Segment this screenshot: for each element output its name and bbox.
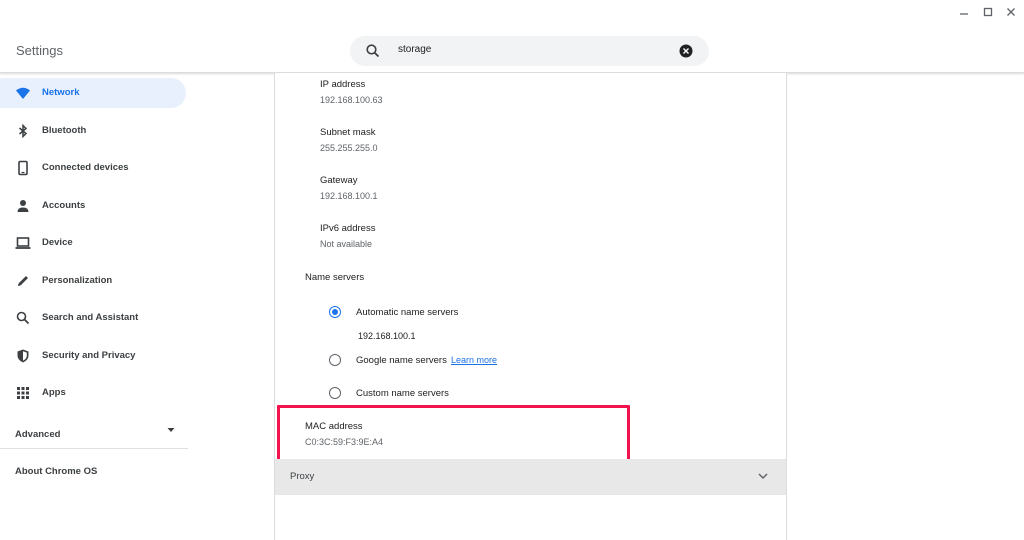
custom-name-servers-radio[interactable] bbox=[329, 387, 341, 399]
search-icon bbox=[16, 311, 30, 325]
sidebar-item-label: Search and Assistant bbox=[42, 312, 139, 323]
bluetooth-icon bbox=[19, 123, 28, 139]
sidebar-item-label: Security and Privacy bbox=[42, 350, 136, 361]
shield-icon bbox=[17, 349, 29, 363]
ip-address-label: IP address bbox=[320, 79, 366, 90]
sidebar-item-connected-devices[interactable]: Connected devices bbox=[0, 153, 186, 183]
search-icon bbox=[366, 44, 380, 58]
ipv6-address-value: Not available bbox=[320, 239, 373, 249]
clear-icon[interactable] bbox=[679, 44, 693, 58]
sidebar-item-security-and-privacy[interactable]: Security and Privacy bbox=[0, 341, 186, 371]
search-box[interactable]: storage bbox=[350, 36, 709, 66]
laptop-icon bbox=[15, 237, 31, 249]
caret-down-icon bbox=[167, 428, 175, 432]
automatic-name-servers-label[interactable]: Automatic name servers bbox=[356, 307, 458, 318]
minimize-button[interactable] bbox=[954, 4, 974, 20]
close-icon bbox=[1007, 8, 1015, 16]
sidebar-item-network[interactable]: Network bbox=[0, 78, 186, 108]
sidebar-divider bbox=[0, 448, 188, 449]
subnet-mask-value: 255.255.255.0 bbox=[320, 143, 378, 153]
search-input[interactable]: storage bbox=[398, 44, 431, 55]
sidebar-item-device[interactable]: Device bbox=[0, 228, 186, 258]
gateway-label: Gateway bbox=[320, 175, 358, 186]
ip-address-value: 192.168.100.63 bbox=[320, 95, 383, 105]
sidebar-item-label: Connected devices bbox=[42, 162, 129, 173]
mac-address-highlight-box bbox=[277, 405, 630, 462]
minimize-icon bbox=[960, 13, 968, 15]
chevron-down-icon bbox=[758, 473, 768, 480]
sidebar-item-apps[interactable]: Apps bbox=[0, 378, 186, 408]
sidebar-item-about-chrome-os[interactable]: About Chrome OS bbox=[15, 466, 97, 477]
sidebar: Network Bluetooth Connected devices Acco… bbox=[0, 73, 188, 540]
google-name-servers-radio[interactable] bbox=[329, 354, 341, 366]
sidebar-item-label: Apps bbox=[42, 387, 66, 398]
automatic-name-servers-radio[interactable] bbox=[329, 306, 341, 318]
phone-icon bbox=[18, 160, 28, 176]
proxy-section-toggle[interactable]: Proxy bbox=[275, 459, 786, 495]
maximize-button[interactable] bbox=[978, 4, 998, 20]
sidebar-item-label: Network bbox=[42, 87, 80, 98]
person-icon bbox=[17, 200, 29, 212]
sidebar-item-label: Device bbox=[42, 237, 73, 248]
app-title: Settings bbox=[16, 43, 63, 58]
custom-name-servers-label[interactable]: Custom name servers bbox=[356, 388, 449, 399]
subnet-mask-label: Subnet mask bbox=[320, 127, 376, 138]
name-servers-heading: Name servers bbox=[305, 272, 365, 283]
sidebar-item-bluetooth[interactable]: Bluetooth bbox=[0, 116, 186, 146]
sidebar-item-accounts[interactable]: Accounts bbox=[0, 191, 186, 221]
google-name-servers-label[interactable]: Google name servers bbox=[356, 355, 447, 366]
advanced-label: Advanced bbox=[15, 429, 61, 440]
sidebar-item-personalization[interactable]: Personalization bbox=[0, 266, 186, 296]
sidebar-item-search-and-assistant[interactable]: Search and Assistant bbox=[0, 303, 186, 333]
ipv6-address-label: IPv6 address bbox=[320, 223, 376, 234]
apps-grid-icon bbox=[17, 387, 29, 399]
pencil-icon bbox=[18, 276, 28, 286]
gateway-value: 192.168.100.1 bbox=[320, 191, 378, 201]
network-details-card: IP address 192.168.100.63 Subnet mask 25… bbox=[274, 73, 787, 540]
learn-more-link[interactable]: Learn more bbox=[451, 355, 497, 365]
title-bar: Settings storage bbox=[0, 0, 1024, 73]
advanced-toggle[interactable]: Advanced bbox=[15, 424, 175, 440]
sidebar-item-label: Personalization bbox=[42, 275, 113, 286]
sidebar-item-label: Accounts bbox=[42, 200, 86, 211]
wifi-icon bbox=[16, 87, 30, 99]
proxy-label: Proxy bbox=[290, 471, 315, 482]
close-window-button[interactable] bbox=[1001, 4, 1021, 20]
maximize-icon bbox=[983, 7, 993, 17]
automatic-name-server-address: 192.168.100.1 bbox=[358, 331, 416, 341]
sidebar-item-label: Bluetooth bbox=[42, 125, 87, 136]
